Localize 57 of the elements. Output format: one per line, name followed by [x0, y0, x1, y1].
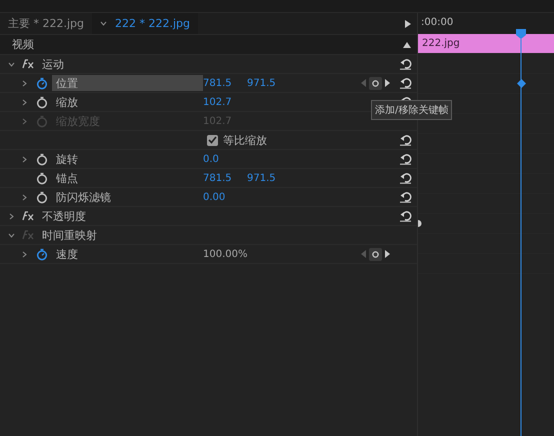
- effect-name[interactable]: 运动: [42, 56, 64, 72]
- reset-icon[interactable]: [398, 153, 412, 165]
- property-name[interactable]: 旋转: [52, 151, 203, 167]
- property-name[interactable]: 缩放: [52, 94, 203, 110]
- effect-name[interactable]: 不透明度: [42, 208, 86, 224]
- checkbox[interactable]: [207, 134, 218, 146]
- stopwatch-icon[interactable]: [36, 96, 48, 108]
- stopwatch-icon[interactable]: [36, 248, 48, 260]
- chevron-right-icon[interactable]: [21, 98, 28, 106]
- chevron-right-icon[interactable]: [21, 156, 28, 162]
- property-name[interactable]: 锚点: [52, 170, 203, 186]
- property-value[interactable]: 781.5: [203, 78, 232, 88]
- checkbox-label: 等比缩放: [223, 132, 267, 148]
- timecode: :00:00: [421, 17, 454, 28]
- property-value[interactable]: 0.0: [203, 154, 219, 164]
- stopwatch-icon[interactable]: [36, 190, 48, 204]
- chevron-right-icon[interactable]: [21, 80, 28, 86]
- chevron-down-icon[interactable]: [8, 60, 15, 68]
- next-keyframe-icon[interactable]: [384, 79, 390, 87]
- property-name[interactable]: 速度: [52, 246, 203, 262]
- reset-icon[interactable]: [398, 210, 412, 222]
- stopwatch-icon[interactable]: [36, 76, 48, 90]
- property-value[interactable]: 100.00%: [203, 248, 248, 260]
- next-keyframe-icon[interactable]: [384, 250, 390, 258]
- tooltip: 添加/移除关键帧: [371, 100, 452, 120]
- fx-icon[interactable]: [22, 59, 34, 69]
- collapse-icon[interactable]: [403, 42, 411, 48]
- chevron-right-icon[interactable]: [21, 194, 28, 200]
- property-value[interactable]: 971.5: [247, 78, 276, 88]
- property-value[interactable]: 971.5: [247, 172, 276, 184]
- chevron-down-icon[interactable]: [8, 232, 15, 238]
- stopwatch-icon[interactable]: [36, 152, 48, 166]
- stopwatch-icon[interactable]: [36, 172, 48, 184]
- reset-icon[interactable]: [398, 58, 412, 70]
- reset-icon[interactable]: [398, 191, 412, 203]
- reset-icon[interactable]: [398, 172, 412, 184]
- panel-tab[interactable]: 222 * 222.jpg: [92, 13, 198, 34]
- chevron-right-icon[interactable]: [8, 212, 15, 220]
- fx-icon[interactable]: [22, 211, 34, 221]
- play-icon[interactable]: [405, 20, 411, 28]
- chevron-down-icon[interactable]: [100, 20, 108, 27]
- section-label: 视频: [12, 37, 34, 52]
- keyframe-icon[interactable]: [517, 79, 526, 88]
- reset-icon[interactable]: [398, 134, 412, 146]
- reset-icon[interactable]: [398, 77, 412, 89]
- property-value[interactable]: 102.7: [203, 96, 232, 108]
- panel-tab[interactable]: 主要 * 222.jpg: [0, 13, 92, 34]
- add-keyframe-icon[interactable]: [368, 248, 382, 260]
- effect-name[interactable]: 时间重映射: [42, 228, 97, 242]
- property-value[interactable]: 0.00: [203, 192, 226, 202]
- add-keyframe-icon[interactable]: [368, 76, 382, 90]
- clip-name: 222.jpg: [422, 38, 460, 49]
- property-value[interactable]: 781.5: [203, 172, 232, 184]
- keyframe-edge-icon[interactable]: [418, 220, 422, 227]
- chevron-right-icon[interactable]: [21, 250, 28, 258]
- property-name[interactable]: 防闪烁滤镜: [52, 189, 203, 205]
- property-name[interactable]: 位置: [52, 75, 203, 91]
